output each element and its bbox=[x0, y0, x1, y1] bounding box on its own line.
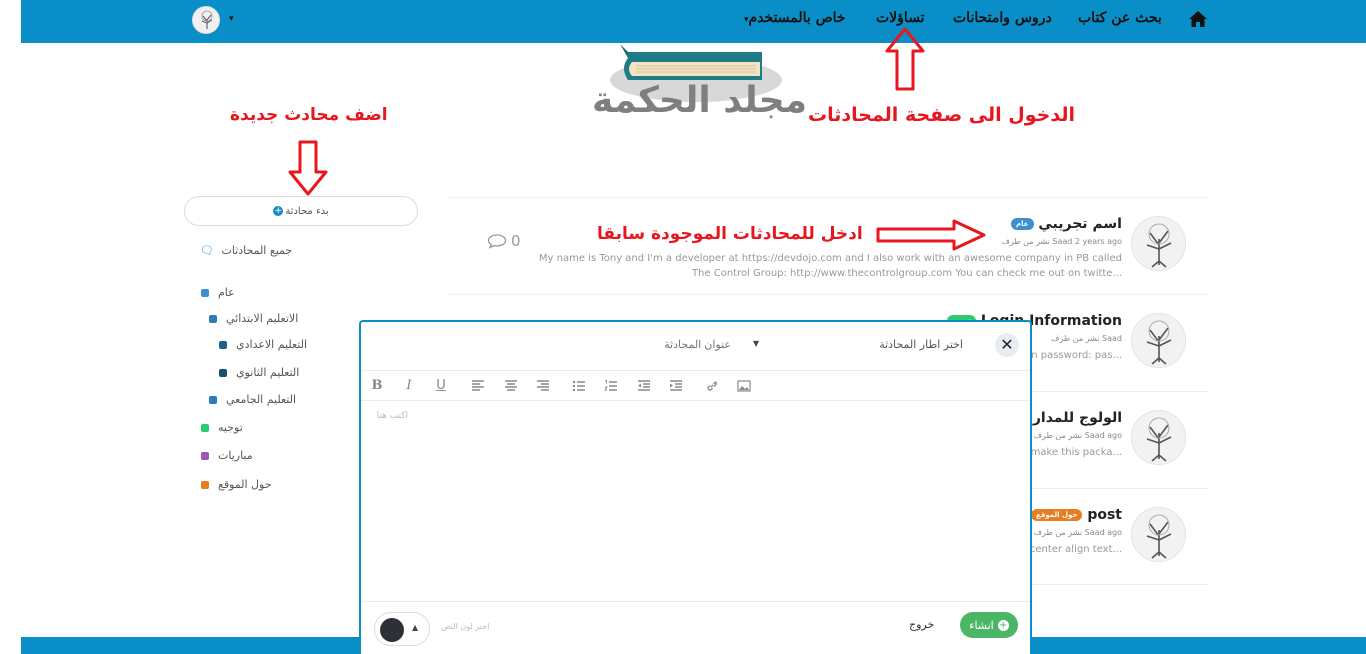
sidebar-category-about[interactable]: حول الموقع bbox=[201, 478, 272, 491]
author-avatar bbox=[1131, 507, 1186, 562]
link-icon[interactable] bbox=[705, 379, 719, 393]
sidebar-category-guidance[interactable]: توجيه bbox=[201, 421, 243, 434]
editor-body[interactable]: اكتب هنا bbox=[361, 402, 1030, 602]
category-label: التعليم الثانوي bbox=[236, 366, 300, 379]
discussion-meta: نشر من طرف Saad 2 years ago bbox=[1001, 237, 1122, 246]
discussion-meta: نشر من طرف Saad ago bbox=[1033, 431, 1122, 440]
site-logo-text: مجلد الحكمة bbox=[592, 80, 807, 121]
annotation-enter-discussions: الدخول الى صفحة المحادثات bbox=[808, 104, 1076, 126]
sidebar-category-primary[interactable]: الاتعليم الابتدائي bbox=[209, 312, 298, 325]
category-color-square bbox=[201, 289, 209, 297]
editor-toolbar: B I U bbox=[361, 372, 1030, 401]
discussion-meta: نشر من طرف Saad bbox=[1051, 334, 1122, 343]
exit-button[interactable]: خروج bbox=[909, 618, 934, 631]
annotation-add-discussion: اضف محادث جديدة bbox=[230, 105, 388, 125]
user-menu-caret[interactable]: ▾ bbox=[229, 14, 234, 24]
align-right-icon[interactable] bbox=[536, 379, 550, 393]
editor-header: ✕ ▼ اختر اطار المحادثة bbox=[361, 322, 1030, 371]
close-icon[interactable]: ✕ bbox=[995, 333, 1019, 357]
sidebar-category-competitions[interactable]: مباريات bbox=[201, 449, 253, 462]
nav-book-search[interactable]: بحث عن كتاب bbox=[1078, 10, 1162, 26]
dropdown-arrow-icon: ▼ bbox=[753, 339, 760, 348]
category-color-square bbox=[219, 341, 227, 349]
discussion-excerpt: My name is Tony and I'm a developer at h… bbox=[538, 253, 1122, 279]
numbered-list-icon[interactable] bbox=[604, 379, 618, 393]
discussion-title[interactable]: post حول الموقع bbox=[1027, 507, 1122, 523]
plus-circle-icon: + bbox=[997, 619, 1009, 631]
new-discussion-button[interactable]: + بدء محادثة bbox=[184, 196, 418, 226]
new-discussion-editor: ✕ ▼ اختر اطار المحادثة B I U اكتب هنا bbox=[359, 320, 1032, 654]
discussion-row[interactable]: اسم تجريبي عام نشر من طرف Saad 2 years a… bbox=[449, 197, 1209, 294]
caret-up-icon: ▲ bbox=[412, 623, 419, 632]
sidebar-all-discussions[interactable]: 🗨︎ جميع المحادثات bbox=[200, 244, 292, 257]
author-avatar bbox=[1131, 216, 1186, 271]
comment-count-value: 0 bbox=[511, 232, 521, 250]
plus-circle-icon: + bbox=[273, 206, 284, 216]
category-label: حول الموقع bbox=[218, 478, 272, 491]
home-icon[interactable] bbox=[1188, 10, 1208, 28]
annotation-arrow-down-icon bbox=[288, 140, 328, 196]
sidebar-category-secondary[interactable]: التعليم الثانوي bbox=[219, 366, 299, 379]
category-select-value: اختر اطار المحادثة bbox=[879, 338, 963, 351]
category-color-square bbox=[209, 396, 217, 404]
comment-count: 0 bbox=[487, 232, 521, 250]
category-label: الاتعليم الابتدائي bbox=[226, 312, 299, 325]
text-color-picker[interactable]: ▲ bbox=[374, 612, 430, 646]
image-icon[interactable] bbox=[737, 379, 751, 393]
comment-icon bbox=[487, 234, 507, 249]
editor-footer: ▲ اختر لون النص خروج + انشاء bbox=[361, 601, 1030, 654]
author-avatar bbox=[1131, 410, 1186, 465]
nav-questions[interactable]: تساؤلات bbox=[876, 10, 925, 26]
speech-bubble-icon: 🗨︎ bbox=[200, 244, 214, 257]
author-avatar bbox=[1131, 313, 1186, 368]
category-label: التعليم الاعدادي bbox=[236, 338, 308, 351]
indent-icon[interactable] bbox=[669, 379, 683, 393]
sidebar-category-middle[interactable]: التعليم الاعدادي bbox=[219, 338, 307, 351]
category-badge: حول الموقع bbox=[1031, 509, 1083, 521]
category-label: توجيه bbox=[218, 421, 243, 434]
category-color-square bbox=[201, 481, 209, 489]
outdent-icon[interactable] bbox=[637, 379, 651, 393]
category-color-square bbox=[201, 452, 209, 460]
category-color-square bbox=[209, 315, 217, 323]
sidebar-category-general[interactable]: عام bbox=[201, 286, 235, 299]
category-label: عام bbox=[218, 286, 235, 299]
discussion-title-input[interactable] bbox=[541, 335, 731, 355]
discussion-title[interactable]: اسم تجريبي عام bbox=[1007, 216, 1122, 232]
nav-lessons-exams[interactable]: دروس وامتحانات bbox=[953, 10, 1052, 26]
new-discussion-label: بدء محادثة bbox=[285, 205, 329, 217]
nav-user-menu[interactable]: ▾خاص بالمستخدم bbox=[744, 10, 846, 26]
bold-icon[interactable]: B bbox=[370, 379, 384, 393]
create-button[interactable]: + انشاء bbox=[960, 612, 1018, 638]
page: ▾ ▾خاص بالمستخدم تساؤلات دروس وامتحانات … bbox=[0, 0, 1366, 654]
create-button-label: انشاء bbox=[969, 618, 994, 632]
category-badge: عام bbox=[1010, 218, 1034, 230]
category-label: مباريات bbox=[218, 449, 253, 462]
align-center-icon[interactable] bbox=[504, 379, 518, 393]
color-swatch bbox=[380, 618, 404, 642]
align-left-icon[interactable] bbox=[471, 379, 485, 393]
sidebar-all-discussions-label: جميع المحادثات bbox=[221, 244, 293, 257]
user-avatar[interactable] bbox=[192, 6, 220, 34]
underline-icon[interactable]: U bbox=[434, 379, 448, 393]
bullet-list-icon[interactable] bbox=[572, 379, 586, 393]
category-label: التعليم الجامعي bbox=[226, 393, 297, 406]
text-color-label: اختر لون النص bbox=[441, 622, 490, 631]
category-color-square bbox=[219, 369, 227, 377]
discussion-meta: نشر من طرف Saad ago bbox=[1033, 528, 1122, 537]
sidebar-category-university[interactable]: التعليم الجامعي bbox=[209, 393, 296, 406]
top-navbar bbox=[21, 0, 1366, 43]
category-select[interactable]: ▼ اختر اطار المحادثة bbox=[753, 336, 963, 356]
category-color-square bbox=[201, 424, 209, 432]
annotation-arrow-up-icon bbox=[885, 27, 925, 91]
italic-icon[interactable]: I bbox=[402, 379, 416, 393]
